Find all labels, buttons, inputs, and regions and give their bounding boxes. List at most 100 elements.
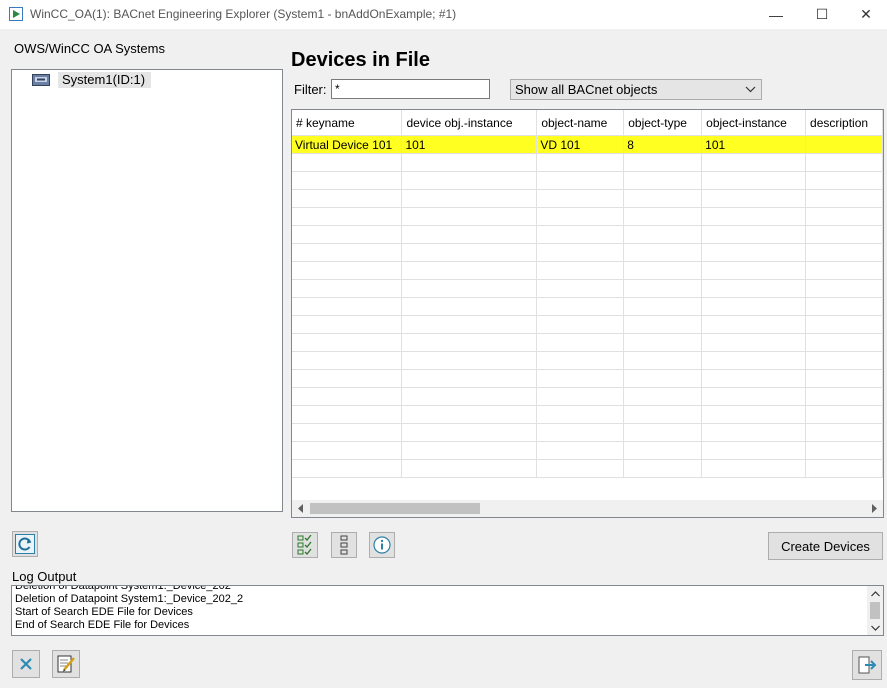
table-row-empty[interactable] <box>292 441 883 460</box>
table-cell <box>292 459 403 478</box>
table-cell <box>701 441 807 460</box>
table-cell <box>292 369 403 388</box>
table-cell <box>623 297 703 316</box>
table-row-empty[interactable] <box>292 261 883 280</box>
table-cell <box>805 225 883 244</box>
tree-item-system1[interactable]: System1(ID:1) <box>32 72 152 88</box>
table-cell <box>623 261 703 280</box>
table-row-empty[interactable] <box>292 459 883 478</box>
table-cell <box>292 171 403 190</box>
horizontal-scroll-thumb[interactable] <box>310 503 480 514</box>
column-header-description[interactable]: description <box>805 110 883 136</box>
minimize-button[interactable]: — <box>753 0 799 29</box>
table-row-empty[interactable] <box>292 333 883 352</box>
table-row-empty[interactable] <box>292 369 883 388</box>
title-bar: WinCC_OA(1): BACnet Engineering Explorer… <box>0 0 887 29</box>
log-output[interactable]: Deletion of Datapoint System1:_Device_20… <box>11 585 884 636</box>
scroll-down-icon[interactable] <box>867 620 883 635</box>
log-line: Deletion of Datapoint System1:_Device_20… <box>15 593 244 605</box>
table-cell <box>292 441 403 460</box>
table-cell <box>701 387 807 406</box>
table-row[interactable]: Virtual Device 101 101 VD 101 8 101 <box>292 135 883 154</box>
table-cell <box>292 333 403 352</box>
table-cell <box>536 153 625 172</box>
vertical-scroll-thumb[interactable] <box>870 602 880 619</box>
column-header-keyname[interactable]: # keyname <box>292 110 403 136</box>
app-icon <box>9 7 23 21</box>
filter-input[interactable] <box>331 79 490 99</box>
table-cell <box>805 351 883 370</box>
devices-table[interactable]: # keyname device obj.-instance object-na… <box>291 109 884 518</box>
table-cell <box>401 207 538 226</box>
info-button[interactable] <box>369 532 395 558</box>
table-row-empty[interactable] <box>292 189 883 208</box>
filter-label: Filter: <box>294 82 327 97</box>
table-row-empty[interactable] <box>292 387 883 406</box>
edit-notes-button[interactable] <box>52 650 80 678</box>
table-row-empty[interactable] <box>292 279 883 298</box>
table-cell <box>536 225 625 244</box>
column-header-device-instance[interactable]: device obj.-instance <box>401 110 538 136</box>
table-cell <box>536 423 625 442</box>
horizontal-scrollbar[interactable] <box>292 500 883 517</box>
deselect-all-button[interactable] <box>331 532 357 558</box>
table-cell <box>623 207 703 226</box>
table-row-empty[interactable] <box>292 225 883 244</box>
object-filter-select[interactable]: Show all BACnet objects <box>510 79 762 100</box>
table-row-empty[interactable] <box>292 243 883 262</box>
table-cell <box>623 369 703 388</box>
table-row-empty[interactable] <box>292 297 883 316</box>
table-row-empty[interactable] <box>292 315 883 334</box>
select-all-button[interactable] <box>292 532 318 558</box>
create-devices-button[interactable]: Create Devices <box>768 532 883 560</box>
table-cell <box>805 261 883 280</box>
table-cell <box>623 351 703 370</box>
table-cell <box>701 405 807 424</box>
clear-log-button[interactable] <box>12 650 40 678</box>
deselect-all-list-icon <box>340 535 348 555</box>
refresh-button[interactable] <box>12 531 38 557</box>
info-icon <box>373 536 391 554</box>
table-cell <box>536 171 625 190</box>
table-cell <box>701 297 807 316</box>
table-cell <box>401 261 538 280</box>
table-cell <box>292 351 403 370</box>
table-row-empty[interactable] <box>292 153 883 172</box>
scroll-left-icon[interactable] <box>292 500 309 517</box>
column-header-object-instance[interactable]: object-instance <box>701 110 807 136</box>
scroll-right-icon[interactable] <box>866 500 883 517</box>
column-header-object-type[interactable]: object-type <box>623 110 703 136</box>
table-cell <box>701 333 807 352</box>
table-cell <box>701 261 807 280</box>
table-row-empty[interactable] <box>292 207 883 226</box>
close-button[interactable]: ✕ <box>843 0 887 29</box>
table-cell <box>292 261 403 280</box>
table-row-empty[interactable] <box>292 405 883 424</box>
table-row-empty[interactable] <box>292 423 883 442</box>
table-cell <box>536 441 625 460</box>
table-cell <box>401 189 538 208</box>
table-cell <box>536 369 625 388</box>
table-cell <box>623 423 703 442</box>
column-header-object-name[interactable]: object-name <box>536 110 625 136</box>
table-cell: 101 <box>401 135 538 154</box>
table-row-empty[interactable] <box>292 171 883 190</box>
exit-button[interactable] <box>852 650 882 680</box>
table-cell <box>623 225 703 244</box>
table-cell <box>805 171 883 190</box>
table-cell <box>401 405 538 424</box>
maximize-button[interactable]: ☐ <box>799 0 845 29</box>
table-row-empty[interactable] <box>292 351 883 370</box>
table-cell <box>623 243 703 262</box>
table-cell <box>536 207 625 226</box>
vertical-scrollbar[interactable] <box>867 586 883 635</box>
table-cell <box>805 405 883 424</box>
table-cell <box>623 333 703 352</box>
systems-tree[interactable]: System1(ID:1) <box>11 69 283 512</box>
scroll-up-icon[interactable] <box>867 586 883 601</box>
table-cell <box>805 135 883 154</box>
table-cell <box>292 225 403 244</box>
select-all-checklist-icon <box>297 535 312 555</box>
tree-item-label: System1(ID:1) <box>58 72 152 88</box>
table-cell <box>805 333 883 352</box>
